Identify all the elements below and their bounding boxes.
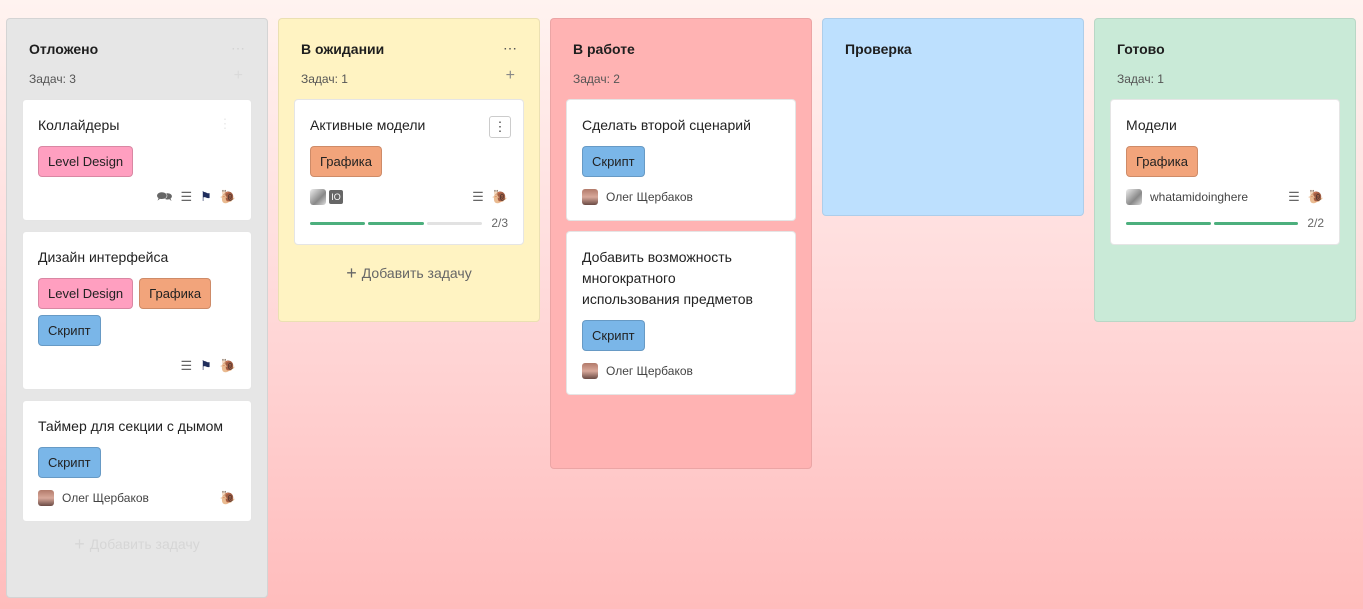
column-header: Готово Задач: 1 [1095, 19, 1355, 99]
column-done: Готово Задач: 1 Модели Графика whatamido… [1094, 18, 1356, 322]
card-title: Добавить возможность многократного испол… [582, 249, 753, 307]
tag-graphics[interactable]: Графика [139, 278, 212, 309]
progress-segment [310, 221, 366, 225]
column-task-count: Задач: 1 [1117, 72, 1164, 86]
more-icon[interactable]: ⋯ [503, 41, 517, 55]
column-task-count: Задач: 3 [29, 72, 76, 86]
task-card[interactable]: Коллайдеры ⋮ Level Design 🗪 ☰ ⚑ 🐌 [22, 99, 252, 221]
column-title: В работе [573, 41, 635, 57]
column-waiting: В ожидании Задач: 1 ⋯ + Активные модели … [278, 18, 540, 322]
progress-segment [1126, 221, 1211, 225]
tag-level-design[interactable]: Level Design [38, 146, 134, 177]
flag-icon: ⚑ [200, 189, 212, 204]
task-card[interactable]: Таймер для секции с дымом Скрипт Олег Ще… [22, 400, 252, 522]
task-card[interactable]: Добавить возможность многократного испол… [566, 231, 796, 395]
column-postponed: Отложено Задач: 3 ⋯ + Коллайдеры ⋮ Level… [6, 18, 268, 598]
plus-icon[interactable]: + [234, 68, 243, 84]
add-task-button[interactable]: + Добавить задачу [279, 263, 539, 284]
tag-level-design[interactable]: Level Design [38, 278, 134, 309]
column-title: Готово [1117, 41, 1165, 57]
progress-segment [1213, 221, 1299, 225]
snail-icon: 🐌 [219, 490, 236, 505]
tag-script[interactable]: Скрипт [38, 447, 101, 478]
tag-script[interactable]: Скрипт [582, 320, 645, 351]
tag-script[interactable]: Скрипт [582, 146, 645, 177]
column-header: Отложено Задач: 3 ⋯ + [7, 19, 267, 99]
snail-icon: 🐌 [219, 189, 236, 204]
description-icon: ☰ [472, 189, 484, 204]
snail-icon: 🐌 [219, 358, 236, 373]
progress-segment [368, 221, 424, 225]
column-title: Проверка [845, 41, 912, 57]
description-icon: ☰ [180, 189, 193, 204]
task-card[interactable]: Дизайн интерфейса Level Design Графика С… [22, 231, 252, 390]
tag-script[interactable]: Скрипт [38, 315, 101, 346]
column-header: В ожидании Задач: 1 ⋯ + [279, 19, 539, 99]
snail-icon: 🐌 [1307, 189, 1324, 204]
description-icon: ☰ [180, 358, 193, 373]
card-title: Активные модели [310, 117, 426, 133]
progress-count: 2/3 [491, 216, 508, 230]
task-card[interactable]: Модели Графика whatamidoinghere ☰ 🐌 2/2 [1110, 99, 1340, 245]
card-title: Сделать второй сценарий [582, 117, 751, 133]
card-menu-button[interactable]: ⋮ [214, 114, 236, 136]
progress-count: 2/2 [1307, 216, 1324, 230]
avatar-badge: IO [328, 189, 344, 205]
progress-segment [426, 221, 483, 225]
column-header: Проверка [823, 19, 1083, 99]
description-icon: ☰ [1288, 189, 1300, 204]
add-task-button[interactable]: + Добавить задачу [7, 534, 267, 555]
avatar [38, 490, 54, 506]
column-title: Отложено [29, 41, 99, 57]
card-menu-button[interactable]: ⋮ [489, 116, 511, 138]
card-title: Таймер для секции с дымом [38, 418, 224, 434]
column-task-count: Задач: 1 [301, 72, 348, 86]
card-title: Коллайдеры [38, 117, 120, 133]
column-title: В ожидании [301, 41, 385, 57]
task-card[interactable]: Активные модели ⋮ Графика IO ☰ 🐌 2/3 [294, 99, 524, 245]
progress: 2/3 [310, 216, 508, 230]
avatar [582, 363, 598, 379]
avatar [1126, 189, 1142, 205]
avatar [310, 189, 326, 205]
column-review: Проверка [822, 18, 1084, 216]
tag-graphics[interactable]: Графика [310, 146, 382, 177]
avatar [582, 189, 598, 205]
progress: 2/2 [1126, 216, 1324, 230]
card-title: Модели [1126, 117, 1177, 133]
card-title: Дизайн интерфейса [38, 249, 169, 265]
plus-icon[interactable]: + [506, 68, 515, 84]
assignee-name: Олег Щербаков [62, 491, 149, 505]
column-header: В работе Задач: 2 [551, 19, 811, 99]
task-card[interactable]: Сделать второй сценарий Скрипт Олег Щерб… [566, 99, 796, 221]
tag-graphics[interactable]: Графика [1126, 146, 1198, 177]
column-task-count: Задач: 2 [573, 72, 620, 86]
plus-icon: + [74, 534, 85, 554]
assignee-name: Олег Щербаков [606, 190, 693, 204]
assignee-name: Олег Щербаков [606, 364, 693, 378]
flag-icon: ⚑ [200, 358, 212, 373]
more-icon[interactable]: ⋯ [231, 41, 245, 55]
column-in-progress: В работе Задач: 2 Сделать второй сценари… [550, 18, 812, 469]
snail-icon: 🐌 [491, 189, 508, 204]
plus-icon: + [346, 263, 357, 283]
assignee-name: whatamidoinghere [1150, 190, 1249, 204]
comment-icon: 🗪 [156, 189, 173, 204]
